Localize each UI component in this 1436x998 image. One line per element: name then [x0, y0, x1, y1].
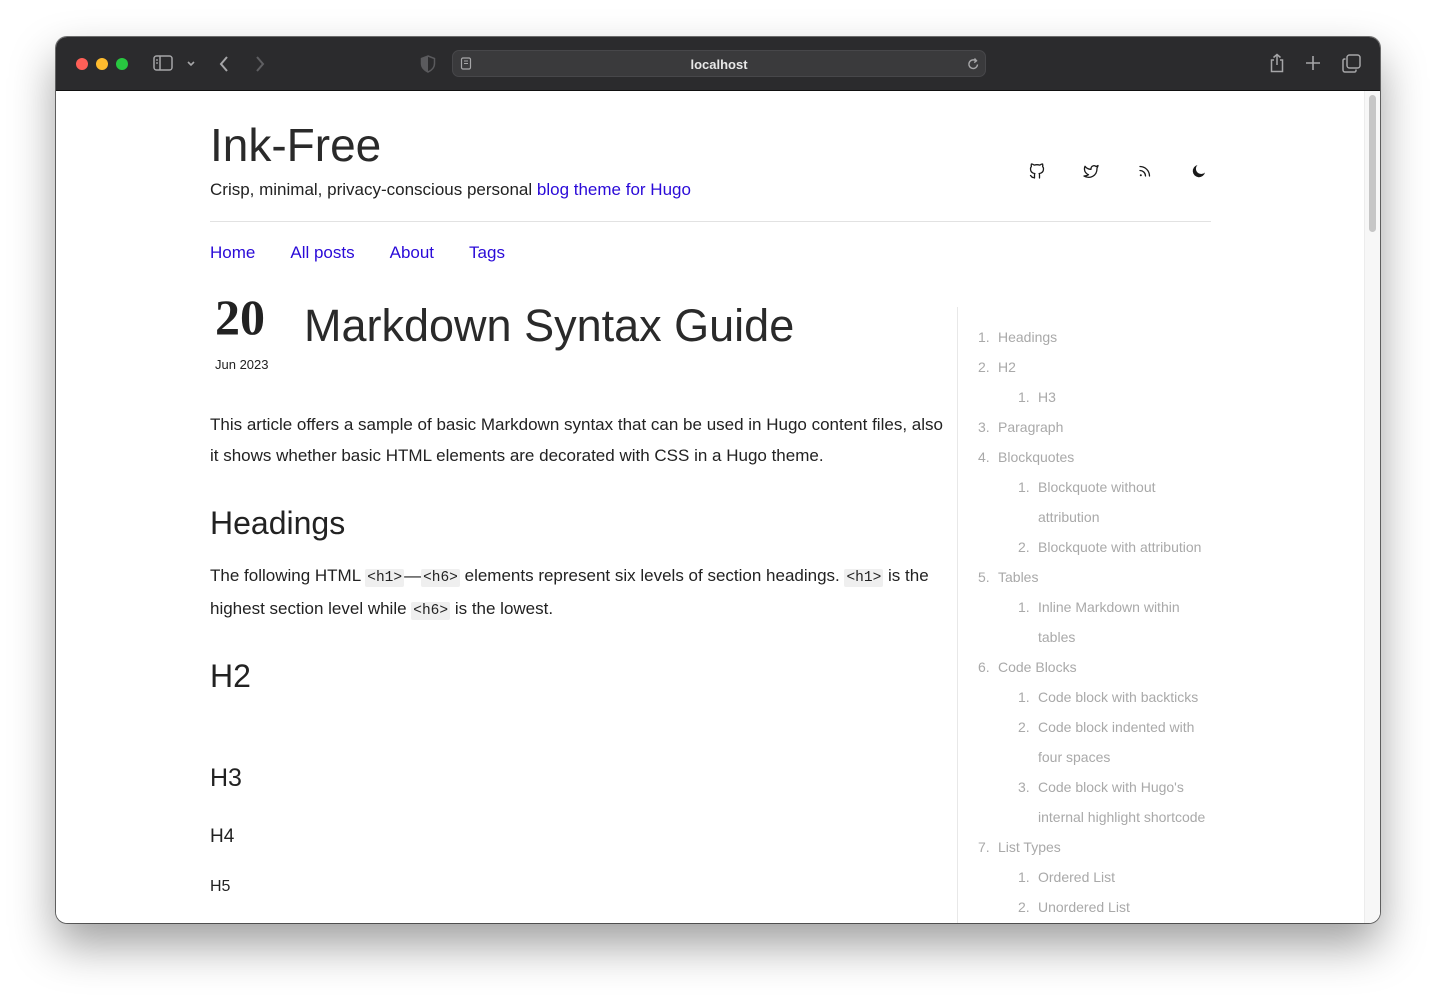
scrollbar-thumb[interactable]: [1369, 95, 1376, 232]
browser-window: localhost Ink-Free Crisp, minimal, priva…: [56, 37, 1380, 923]
site-title[interactable]: Ink-Free: [210, 119, 381, 171]
toc-label[interactable]: Code block with backticks: [1038, 687, 1198, 707]
post-date-day: 20: [215, 289, 265, 345]
zoom-window-button[interactable]: [116, 58, 128, 70]
privacy-shield-icon[interactable]: [420, 55, 436, 73]
inline-code: <h1>: [365, 569, 405, 587]
toc-label-continued[interactable]: attribution: [1038, 507, 1099, 527]
dark-mode-moon-icon[interactable]: [1191, 163, 1207, 179]
toc-label[interactable]: Tables: [998, 567, 1038, 587]
main-nav: Home All posts About Tags: [210, 243, 505, 263]
toc-number: 5.: [978, 569, 990, 585]
heading-h5: H5: [210, 878, 231, 895]
inline-code: <h6>: [411, 601, 451, 620]
new-tab-plus-icon[interactable]: [1305, 55, 1321, 71]
toc-label[interactable]: H2: [998, 357, 1016, 377]
text-run: The following HTML: [210, 566, 366, 585]
reload-icon[interactable]: [967, 57, 980, 71]
nav-all-posts[interactable]: All posts: [290, 243, 354, 263]
post-title: Markdown Syntax Guide: [304, 300, 795, 351]
toc-label[interactable]: Code block indented with: [1038, 717, 1194, 737]
toc-number: 4.: [978, 449, 990, 465]
text-run: elements represent six levels of section…: [459, 566, 845, 585]
nav-tags[interactable]: Tags: [469, 243, 505, 263]
toc-label[interactable]: Headings: [998, 327, 1057, 347]
toc-label[interactable]: Unordered List: [1038, 897, 1130, 917]
toc-label-continued[interactable]: internal highlight shortcode: [1038, 807, 1205, 827]
nav-home[interactable]: Home: [210, 243, 255, 263]
text-run: —: [404, 566, 422, 585]
inline-code: <h6>: [421, 569, 460, 587]
toc-number: 2.: [1018, 539, 1030, 555]
sidebar-toggle-icon[interactable]: [153, 55, 173, 71]
tagline-link[interactable]: blog theme for Hugo: [537, 180, 691, 199]
heading-h2: H2: [210, 658, 251, 694]
header-divider: [210, 221, 1211, 222]
toc-number: 1.: [978, 329, 990, 345]
toc-label[interactable]: Inline Markdown within: [1038, 597, 1180, 617]
address-bar[interactable]: localhost: [452, 50, 986, 77]
toc-label[interactable]: Blockquotes: [998, 447, 1074, 467]
toc-label[interactable]: H3: [1038, 387, 1056, 407]
toc-label-continued[interactable]: tables: [1038, 627, 1075, 647]
toc-label[interactable]: List Types: [998, 837, 1061, 857]
share-icon[interactable]: [1268, 53, 1286, 73]
toc-label[interactable]: Ordered List: [1038, 867, 1115, 887]
text-run: is the lowest.: [450, 598, 554, 618]
toc-number: 6.: [978, 659, 990, 675]
vertical-scrollbar[interactable]: [1364, 91, 1380, 923]
toc-number: 1.: [1018, 869, 1030, 885]
forward-arrow-icon[interactable]: [254, 55, 266, 73]
toc-label[interactable]: Code block with Hugo's: [1038, 777, 1184, 797]
headings-paragraph: The following HTML <h1> — <h6> elements re…: [210, 561, 950, 626]
toc-number: 3.: [978, 419, 990, 435]
toc-label-continued[interactable]: four spaces: [1038, 747, 1110, 767]
toc-label[interactable]: Blockquote without: [1038, 477, 1156, 497]
toc-number: 2.: [1018, 719, 1030, 735]
intro-paragraph: This article offers a sample of basic Ma…: [210, 415, 943, 465]
toc-number: 1.: [1018, 389, 1030, 405]
close-window-button[interactable]: [76, 58, 88, 70]
toc-label[interactable]: Paragraph: [998, 417, 1063, 437]
toc-number: 1.: [1018, 689, 1030, 705]
table-of-contents: 1. Headings 2. H2 1. H3 3. Paragraph 4. Block…: [957, 307, 1218, 923]
post-date-month-year: Jun 2023: [215, 357, 269, 372]
nav-about[interactable]: About: [390, 243, 434, 263]
heading-h3: H3: [210, 764, 242, 792]
toc-number: 7.: [978, 839, 990, 855]
github-icon[interactable]: [1029, 163, 1045, 179]
twitter-icon[interactable]: [1083, 163, 1099, 179]
page-viewport: Ink-Free Crisp, minimal, privacy-conscio…: [56, 91, 1380, 923]
url-text[interactable]: localhost: [453, 57, 985, 72]
toc-number: 2.: [978, 359, 990, 375]
site-tagline: Crisp, minimal, privacy-conscious person…: [210, 180, 691, 200]
toc-number: 3.: [1018, 779, 1030, 795]
section-heading: Headings: [210, 505, 346, 541]
minimize-window-button[interactable]: [96, 58, 108, 70]
toc-number: 2.: [1018, 899, 1030, 915]
chevron-down-icon[interactable]: [186, 60, 196, 67]
toc-label[interactable]: Code Blocks: [998, 657, 1077, 677]
tab-overview-icon[interactable]: [1342, 54, 1361, 73]
toc-label[interactable]: Blockquote with attribution: [1038, 537, 1201, 557]
toc-number: 1.: [1018, 599, 1030, 615]
back-arrow-icon[interactable]: [218, 55, 230, 73]
heading-h4: H4: [210, 826, 235, 847]
inline-code: <h1>: [844, 569, 884, 587]
browser-toolbar: localhost: [56, 37, 1380, 91]
tagline-text: Crisp, minimal, privacy-conscious person…: [210, 180, 537, 199]
toc-number: 1.: [1018, 479, 1030, 495]
rss-icon[interactable]: [1137, 163, 1153, 179]
